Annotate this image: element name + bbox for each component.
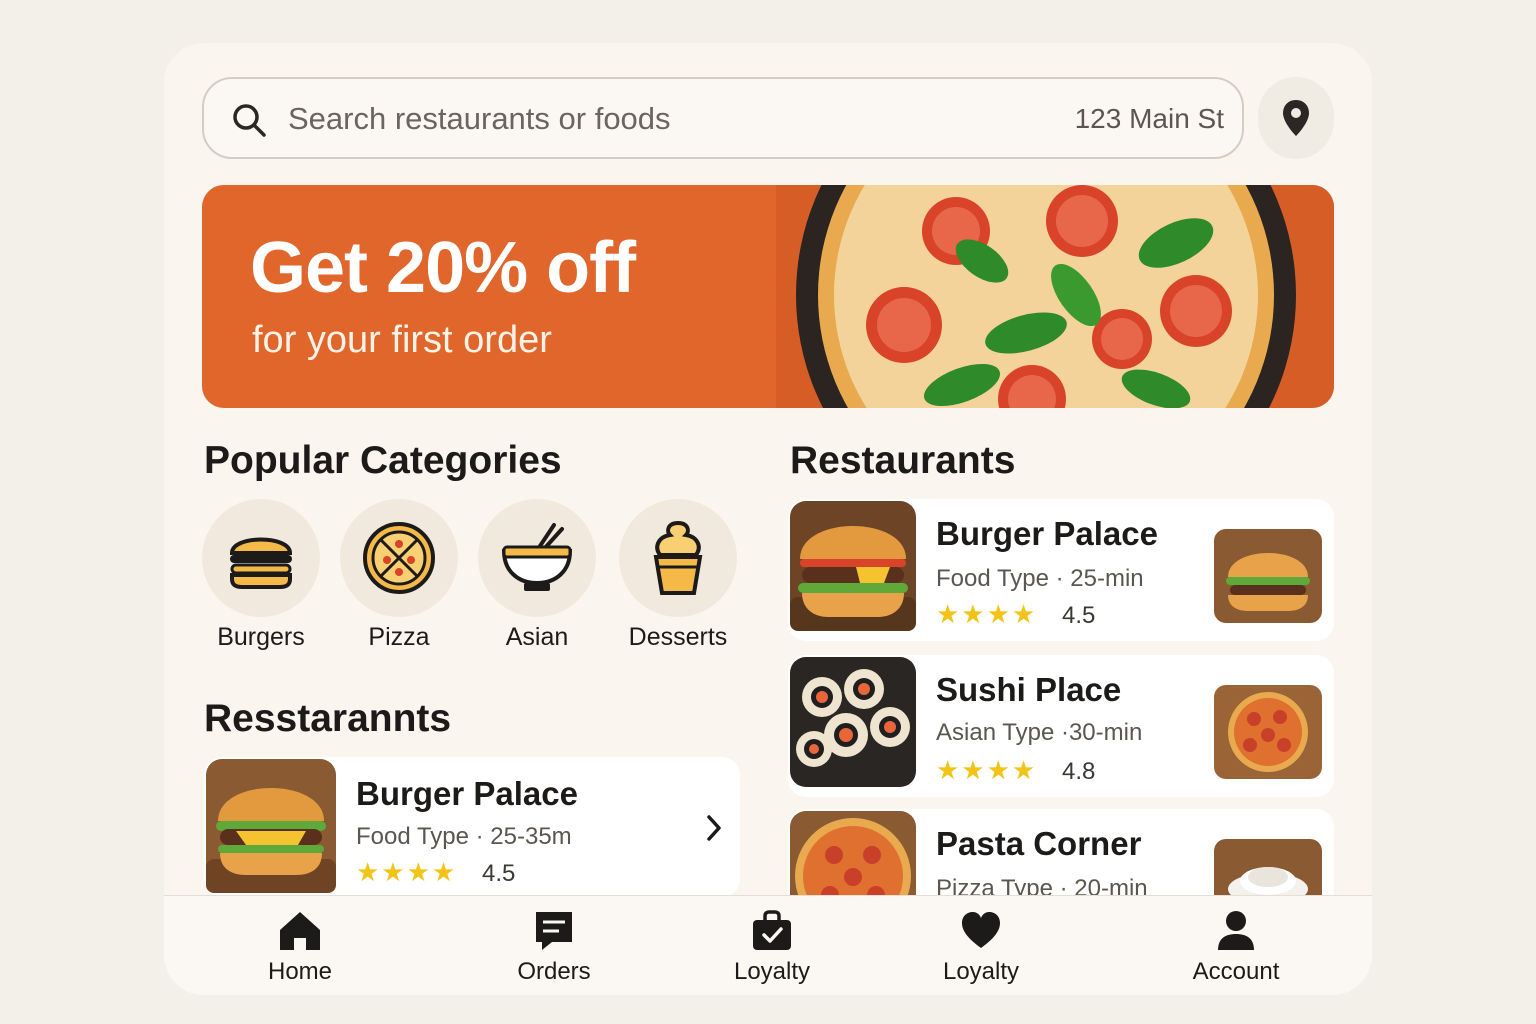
rating-value: 4.8 bbox=[1062, 758, 1096, 785]
nav-account[interactable]: Account bbox=[1166, 910, 1306, 986]
promo-title: Get 20% off bbox=[250, 228, 636, 308]
restaurant-name: Burger Palace bbox=[356, 775, 578, 812]
rating-value: 4.5 bbox=[482, 860, 516, 887]
burger-thumbnail bbox=[790, 501, 916, 631]
nav-loyalty-bag[interactable]: Loyalty bbox=[702, 910, 842, 986]
bottom-nav: Home Orders Loyalty Loyalty Account bbox=[164, 895, 1372, 995]
left-restaurants-title: Resstarannts bbox=[204, 697, 452, 740]
category-icon-bg bbox=[202, 499, 320, 617]
pizza-side-image bbox=[1214, 685, 1322, 779]
nav-label: Loyalty bbox=[942, 958, 1020, 985]
category-icon-bg bbox=[340, 499, 458, 617]
restaurant-meta: Food Type · 25-35m bbox=[356, 823, 572, 850]
rating-value: 4.5 bbox=[1062, 602, 1096, 629]
nav-label: Home bbox=[267, 958, 333, 985]
search-icon bbox=[233, 104, 266, 137]
nav-label: Loyalty bbox=[733, 958, 811, 985]
nav-label: Account bbox=[1192, 958, 1280, 985]
nav-home[interactable]: Home bbox=[230, 910, 370, 986]
category-asian[interactable]: Asian bbox=[467, 499, 607, 652]
noodle-bowl-icon bbox=[501, 523, 573, 591]
restaurant-name: Burger Palace bbox=[936, 515, 1158, 552]
promo-banner[interactable]: Get 20% off for your first order bbox=[202, 185, 1334, 408]
delivery-address[interactable]: 123 Main St bbox=[1075, 103, 1224, 135]
category-icon-bg bbox=[619, 499, 737, 617]
promo-subtitle: for your first order bbox=[252, 319, 552, 361]
home-icon bbox=[280, 912, 320, 950]
restaurant-meta: Asian Type ·30-min bbox=[936, 719, 1143, 746]
categories-title: Popular Categories bbox=[204, 439, 562, 482]
restaurant-name: Pasta Corner bbox=[936, 825, 1142, 862]
restaurant-card-burger-palace[interactable]: Burger Palace Food Type · 25-35m ★★★★ 4.… bbox=[204, 757, 740, 897]
burger-thumbnail bbox=[206, 759, 336, 893]
orders-icon bbox=[536, 912, 572, 950]
app-frame: 123 Main St Get 20% off for your first o… bbox=[164, 43, 1372, 995]
nav-loyalty-heart[interactable]: Loyalty bbox=[911, 910, 1051, 986]
rating-stars: ★★★★ bbox=[936, 599, 1038, 629]
restaurant-card-burger-palace[interactable]: Burger Palace Food Type · 25-min ★★★★ 4.… bbox=[788, 499, 1334, 641]
burger-icon bbox=[229, 537, 293, 589]
sushi-thumbnail bbox=[790, 657, 916, 787]
bag-icon bbox=[753, 910, 791, 950]
pizza-image bbox=[776, 185, 1334, 408]
category-icon-bg bbox=[478, 499, 596, 617]
category-label: Pizza bbox=[368, 623, 430, 651]
category-label: Desserts bbox=[628, 623, 728, 651]
search-bar[interactable]: 123 Main St bbox=[202, 77, 1244, 159]
location-pin-icon bbox=[1283, 100, 1309, 136]
category-label: Burgers bbox=[217, 623, 305, 651]
burger-side-image bbox=[1214, 529, 1322, 623]
restaurant-name: Sushi Place bbox=[936, 671, 1122, 708]
nav-orders[interactable]: Orders bbox=[484, 910, 624, 986]
restaurant-card-sushi-place[interactable]: Sushi Place Asian Type ·30-min ★★★★ 4.8 bbox=[788, 655, 1334, 797]
heart-icon bbox=[962, 912, 1000, 948]
chevron-right-icon[interactable] bbox=[704, 813, 724, 843]
category-burgers[interactable]: Burgers bbox=[191, 499, 331, 652]
category-desserts[interactable]: Desserts bbox=[608, 499, 748, 652]
rating-stars: ★★★★ bbox=[936, 755, 1038, 785]
restaurants-title: Restaurants bbox=[790, 439, 1016, 482]
category-pizza[interactable]: Pizza bbox=[329, 499, 469, 652]
search-input[interactable] bbox=[288, 97, 1048, 141]
ice-cream-icon bbox=[653, 520, 703, 595]
rating-stars: ★★★★ bbox=[356, 857, 458, 887]
account-icon bbox=[1218, 911, 1254, 950]
category-label: Asian bbox=[505, 623, 569, 651]
nav-label: Orders bbox=[517, 958, 591, 985]
pizza-icon bbox=[363, 522, 435, 594]
location-button[interactable] bbox=[1258, 77, 1334, 159]
restaurant-meta: Food Type · 25-min bbox=[936, 565, 1144, 592]
